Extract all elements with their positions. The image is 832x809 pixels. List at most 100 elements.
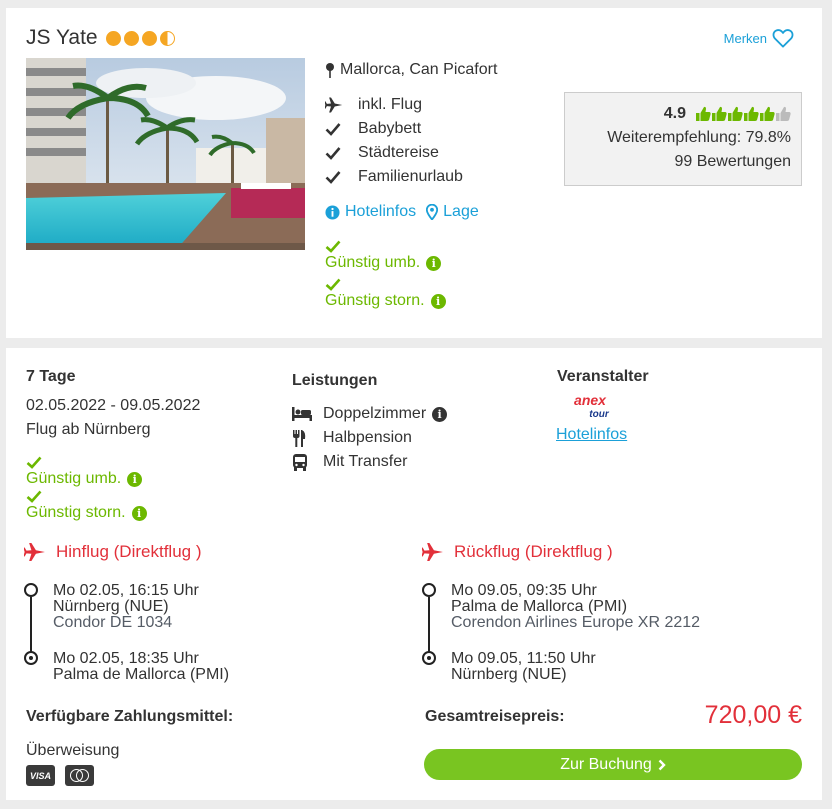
category-dot-half [159,30,175,46]
booking-button[interactable]: Zur Buchung [424,749,802,780]
info-icon[interactable]: i [127,471,143,487]
timeline-end-dot [24,651,38,665]
feature-label: Babybett [358,120,422,137]
feature-label: Städtereise [358,144,439,161]
inbound-flight-header: Rückflug (Direktflug ) [422,542,613,562]
lage-link-label[interactable]: Lage [443,203,479,221]
hotel-flags: Günstig umb. i Günstig storn. i [325,238,446,310]
chevron-right-icon [658,759,666,770]
category-dot-full [123,30,139,46]
outbound-flight-header: Hinflug (Direktflug ) [24,542,202,562]
flag-label: Günstig storn. [325,292,425,309]
feature-item: Familienurlaub [325,165,463,189]
flag-umbuchung: Günstig umb. i [26,454,147,488]
recommendation-rate: Weiterempfehlung: 79.8% [607,129,791,146]
arrival-time: Mo 09.05, 11:50 Uhr [451,650,596,667]
timeline-line [428,597,430,652]
veranstalter-title: Veranstalter [557,368,649,385]
bus-icon [293,453,307,471]
category-dot-full [105,30,121,46]
info-icon[interactable]: i [432,406,448,422]
info-icon[interactable]: i [131,505,147,521]
review-count[interactable]: 99 Bewertungen [565,150,791,174]
leistung-item: Halbpension [292,426,447,450]
departure-time: Mo 09.05, 09:35 Uhr [451,582,597,599]
inbound-arrival: Mo 09.05, 11:50 Uhr Nürnberg (NUE) [451,651,596,683]
offer-duration: 7 Tage [26,368,76,385]
inbound-timeline [422,583,442,667]
svg-text:tour: tour [589,409,610,419]
flag-label: Günstig storn. [26,504,126,521]
booking-button-label[interactable]: Zur Buchung [560,756,652,774]
rating-score-row: 4.9 [565,105,791,123]
feature-label: inkl. Flug [358,96,423,113]
category-dot-full [141,30,157,46]
info-icon[interactable]: i [426,255,442,271]
mastercard-icon [65,765,94,786]
lage-link[interactable]: Lage [426,203,479,221]
hotel-links: Hotelinfos Lage [325,203,479,221]
svg-text:anex: anex [574,393,607,408]
airline: Condor DE 1034 [53,614,173,631]
timeline-start-dot [422,583,436,597]
payment-method: Überweisung [26,742,120,759]
flag-label: Günstig umb. [325,254,421,271]
hotel-photo[interactable] [26,58,305,250]
heart-icon[interactable] [772,28,794,48]
hotel-title[interactable]: JS Yate [26,26,175,50]
leistung-label: Halbpension [323,429,412,446]
departure-airport: Nürnberg (NUE) [53,598,169,615]
flag-label: Günstig umb. [26,470,122,487]
outbound-timeline [24,583,44,667]
location-text: Mallorca, Can Picafort [340,61,498,78]
outbound-title: Hinflug (Direktflug ) [56,542,202,561]
flag-stornierung: Günstig storn. i [325,276,446,310]
thumb-up-full-icon [744,106,759,121]
flag-stornierung: Günstig storn. i [26,488,147,522]
inbound-departure: Mo 09.05, 09:35 Uhr Palma de Mallorca (P… [451,583,700,631]
map-pin-icon [326,63,334,78]
hotel-category-rating [105,30,175,46]
thumb-up-full-icon [728,106,743,121]
timeline-line [30,597,32,652]
info-icon[interactable]: i [430,293,446,309]
flag-umbuchung: Günstig umb. i [325,238,446,272]
cutlery-icon [293,429,306,447]
merken-label[interactable]: Merken [724,31,767,46]
leistung-item: Mit Transfer [292,450,447,474]
bed-icon [292,407,312,421]
map-marker-icon [426,204,439,220]
offer-dates: 02.05.2022 - 09.05.2022 [26,397,201,414]
check-icon [325,123,341,136]
rating-box[interactable]: 4.9 Weiterempfehlung: 79.8% 99 Bewertung… [564,92,802,186]
hotelinfos-link-label[interactable]: Hotelinfos [345,203,416,221]
payment-title: Verfügbare Zahlungsmittel: [26,708,234,725]
hotel-name[interactable]: JS Yate [26,26,98,50]
departure-airport: Flug ab Nürnberg [26,421,151,438]
feature-label: Familienurlaub [358,168,463,185]
timeline-end-dot [422,651,436,665]
rating-score: 4.9 [663,105,686,122]
hotelinfos-link[interactable]: Hotelinfos [325,203,416,221]
feature-item: inkl. Flug [325,93,463,117]
arrival-airport: Nürnberg (NUE) [451,666,567,683]
operator-logo: anex tour [574,393,610,419]
merken-button[interactable]: Merken [724,28,794,48]
plane-departure-icon [24,543,45,561]
airline: Corendon Airlines Europe XR 2212 [451,614,701,631]
arrival-airport: Palma de Mallorca (PMI) [53,666,230,683]
timeline-start-dot [24,583,38,597]
check-icon [26,456,42,469]
hotel-pool-image[interactable] [26,58,305,250]
feature-item: Städtereise [325,141,463,165]
check-icon [325,240,341,253]
outbound-departure: Mo 02.05, 16:15 Uhr Nürnberg (NUE) Condo… [53,583,199,631]
check-icon [26,490,42,503]
operator-hotelinfos-link[interactable]: Hotelinfos [556,426,627,444]
thumb-up-full-icon [760,106,775,121]
leistung-item: Doppelzimmer i [292,402,448,426]
check-icon [325,171,341,184]
leistung-label: Doppelzimmer [323,405,427,422]
info-circle-icon [325,204,340,220]
total-price-label: Gesamtreisepreis: [425,708,565,725]
